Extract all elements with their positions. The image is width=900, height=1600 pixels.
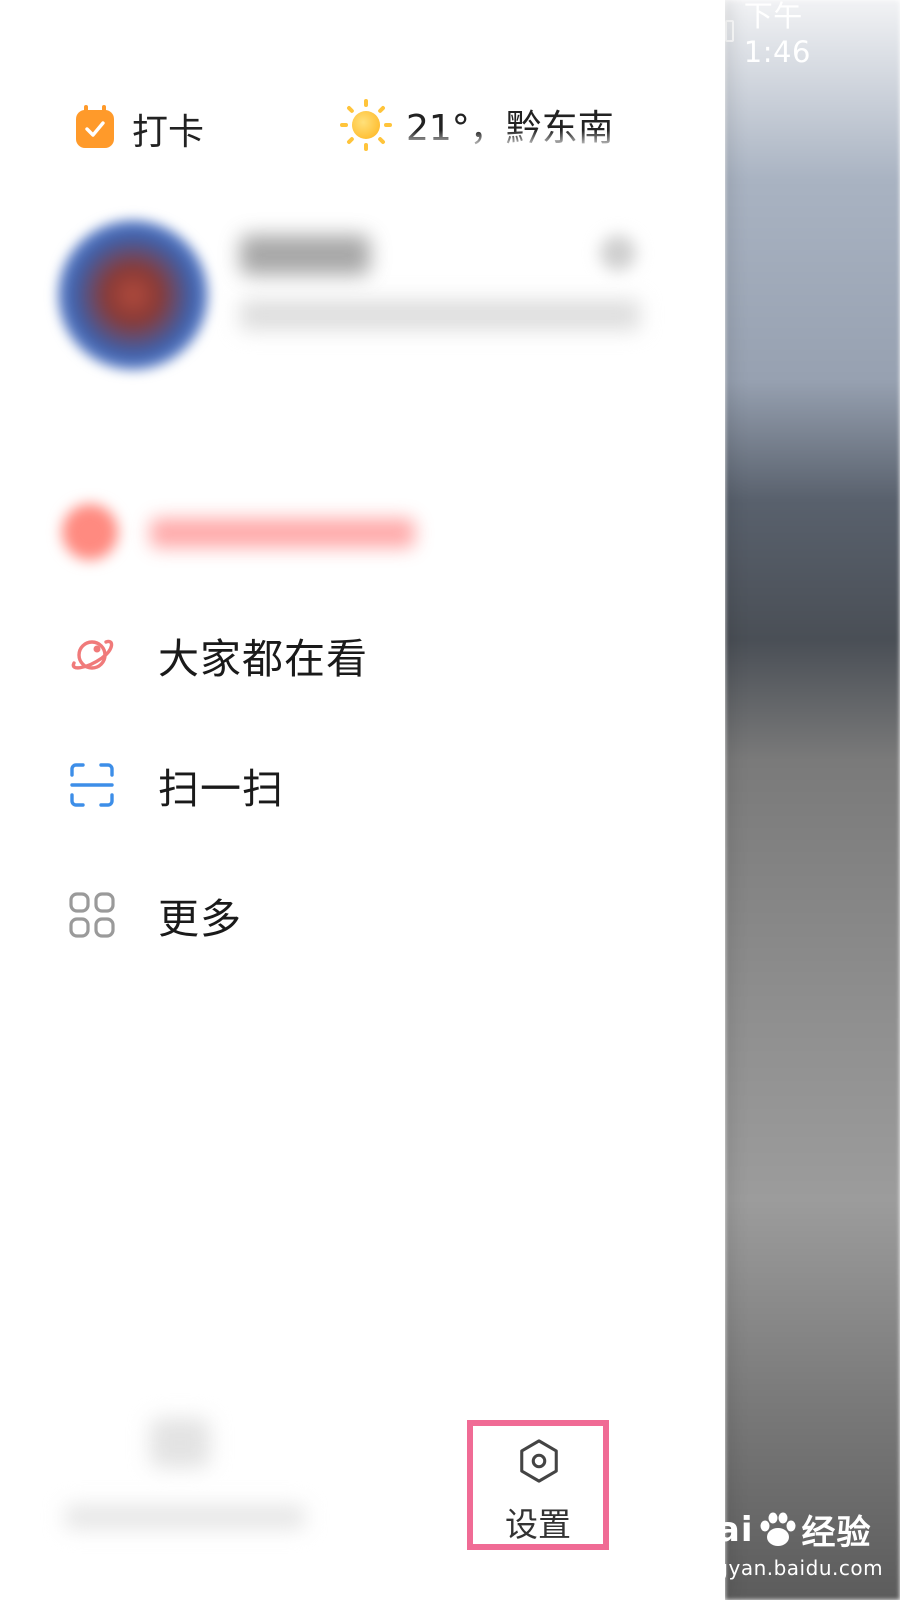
calendar-check-icon: [76, 105, 114, 148]
hexagon-gear-icon: [520, 1439, 558, 1483]
scan-icon: [70, 763, 114, 807]
watermark-brand: Bai: [690, 1509, 754, 1550]
weather-text: 21°，黔东南: [406, 108, 614, 149]
side-drawer: 打卡 21°，黔东南 大家都在看 扫一扫 更多 设置: [0, 0, 725, 1600]
menu-label: 扫一扫: [158, 765, 284, 813]
user-nickname-blurred: [240, 235, 370, 275]
checkin-label: 打卡: [132, 112, 205, 153]
status-bar: 下午1:46: [725, 0, 900, 69]
chevron-right-icon: [600, 235, 636, 271]
menu-item-trending[interactable]: 大家都在看: [0, 605, 725, 705]
checkin-button[interactable]: 打卡: [76, 103, 204, 155]
weather-widget[interactable]: 21°，黔东南: [340, 99, 626, 151]
menu-label: 更多: [158, 895, 242, 943]
menu-item-more[interactable]: 更多: [0, 865, 725, 965]
settings-label: 设置: [505, 1505, 571, 1544]
user-profile-blurred[interactable]: [0, 215, 725, 375]
vibrate-icon: [725, 20, 734, 42]
baidu-jingyan-watermark: Bai 经验 jingyan.baidu.com: [690, 1505, 900, 1595]
background-page-blurred[interactable]: [725, 0, 900, 1600]
status-time: 下午1:46: [743, 0, 811, 69]
bottom-left-icon-blurred[interactable]: [150, 1418, 210, 1468]
planet-icon: [71, 639, 114, 670]
sun-icon: [340, 99, 392, 151]
paw-icon: [760, 1512, 796, 1546]
drawer-top-row: 打卡 21°，黔东南: [0, 95, 725, 155]
user-info-blurred: [240, 300, 640, 330]
watermark-url: jingyan.baidu.com: [690, 1556, 884, 1580]
promo-item-blurred[interactable]: [0, 490, 725, 580]
menu-item-scan[interactable]: 扫一扫: [0, 735, 725, 835]
bottom-left-text-blurred: [65, 1505, 305, 1529]
grid-icon: [69, 892, 115, 938]
menu-label: 大家都在看: [158, 635, 368, 683]
screen: 下午1:46 打卡 21°，黔东南 大家都在看 扫一扫 更多 设置 Bai 经验…: [0, 0, 900, 1600]
watermark-brand-suffix: 经验: [801, 1513, 872, 1553]
avatar[interactable]: [58, 220, 208, 370]
settings-button[interactable]: 设置: [467, 1420, 609, 1550]
promo-text-blurred: [150, 518, 415, 548]
promo-icon: [62, 504, 118, 560]
